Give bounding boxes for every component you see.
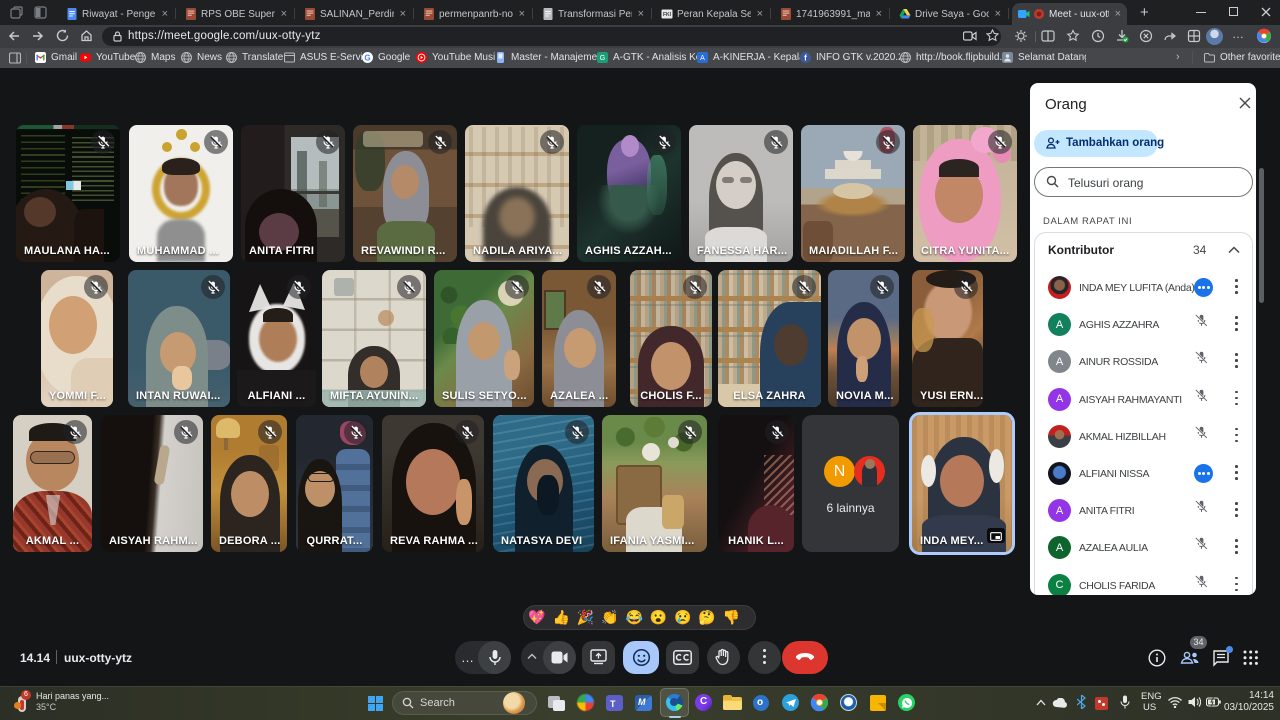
svg-text:A: A bbox=[700, 55, 705, 62]
svg-text:f: f bbox=[804, 53, 807, 62]
svg-text:FKI: FKI bbox=[663, 12, 672, 18]
svg-text:G: G bbox=[600, 55, 605, 62]
svg-text:G: G bbox=[364, 53, 370, 62]
